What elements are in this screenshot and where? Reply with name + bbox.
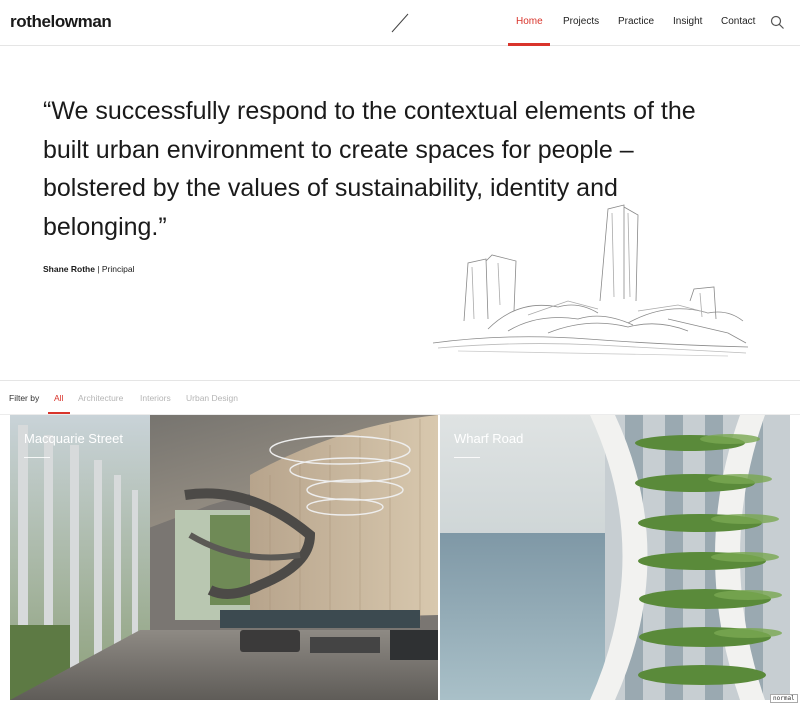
filter-active-indicator (48, 412, 70, 414)
project-title[interactable]: Macquarie Street (24, 431, 123, 446)
project-title[interactable]: Wharf Road (454, 431, 523, 446)
filter-architecture[interactable]: Architecture (78, 393, 123, 403)
filter-interiors[interactable]: Interiors (140, 393, 171, 403)
project-card-macquarie-street[interactable]: Macquarie Street (10, 415, 438, 700)
filter-all[interactable]: All (54, 393, 63, 403)
filter-urban-design[interactable]: Urban Design (186, 393, 238, 403)
nav-home[interactable]: Home (516, 16, 543, 27)
status-badge: normal (770, 694, 798, 703)
site-header: rothelowman Home Projects Practice Insig… (0, 0, 800, 46)
project-card-wharf-road[interactable]: Wharf Road (440, 415, 790, 700)
filter-bar: Filter by All Architecture Interiors Urb… (0, 382, 800, 415)
nav-practice[interactable]: Practice (618, 16, 654, 27)
nav-projects[interactable]: Projects (563, 16, 599, 27)
filter-label: Filter by (9, 393, 40, 403)
project-image-interior (10, 415, 438, 700)
author-role: | Principal (94, 264, 135, 274)
nav-contact[interactable]: Contact (721, 16, 755, 27)
nav-insight[interactable]: Insight (673, 16, 702, 27)
author-name: Shane Rothe (43, 264, 95, 274)
city-sketch-illustration (432, 204, 749, 357)
page-bottom (0, 700, 800, 705)
quote-author: Shane Rothe | Principal (43, 264, 134, 274)
search-icon[interactable] (770, 15, 785, 30)
hero-section: “We successfully respond to the contextu… (0, 46, 800, 381)
title-divider (454, 457, 480, 458)
title-divider (24, 457, 50, 458)
project-image-tower (440, 415, 790, 700)
main-nav: Home Projects Practice Insight Contact (0, 16, 800, 46)
